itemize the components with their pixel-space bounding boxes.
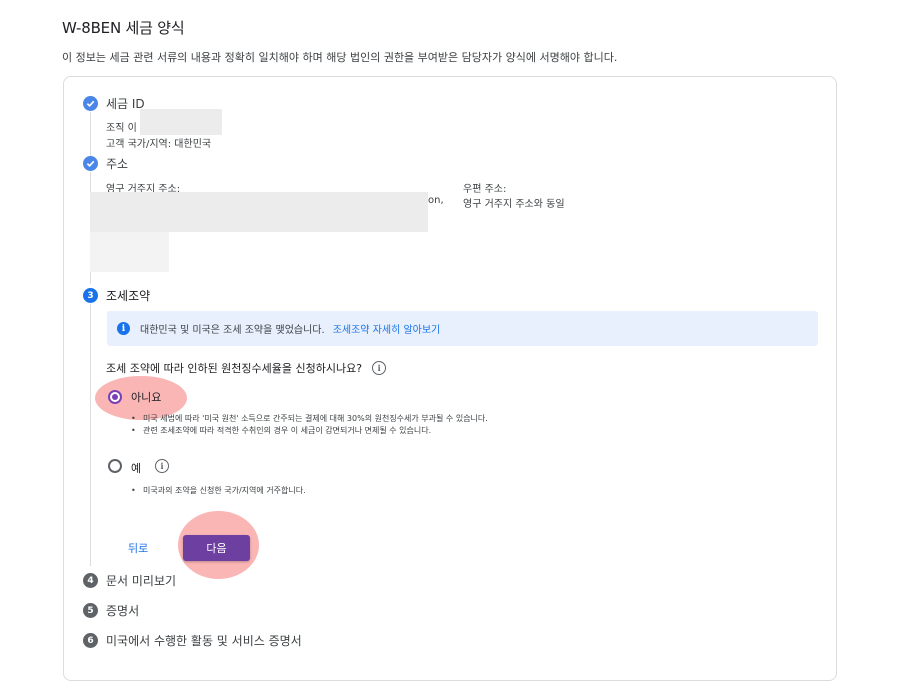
step-3-badge: 3: [83, 288, 98, 303]
step-6-badge: 6: [83, 633, 98, 648]
radio-yes[interactable]: [108, 459, 122, 473]
customer-country: 고객 국가/지역: 대한민국: [106, 139, 212, 150]
stepper-line: [90, 304, 91, 566]
treaty-info-text: 대한민국 및 미국은 조세 조약을 맺었습니다.: [140, 325, 325, 336]
option-no-bullets: 미국 세법에 따라 '미국 원천' 소득으로 간주되는 결제에 대해 30%의 …: [131, 413, 651, 437]
step-4-title: 문서 미리보기: [106, 574, 177, 588]
redacted-org-name: [140, 109, 222, 135]
treaty-info-banner: i 대한민국 및 미국은 조세 조약을 맺었습니다. 조세조약 자세히 알아보기: [107, 311, 818, 346]
list-item: 관련 조세조약에 따라 적격한 수취인의 경우 이 세금이 감면되거나 면제될 …: [131, 425, 651, 437]
treaty-question-text: 조세 조약에 따라 인하된 원천징수세율을 신청하시나요?: [106, 362, 363, 375]
list-item: 미국 세법에 따라 '미국 원천' 소득으로 간주되는 결제에 대해 30%의 …: [131, 413, 651, 425]
step-5-badge: 5: [83, 603, 98, 618]
mailing-address-label: 우편 주소:: [463, 184, 507, 195]
step-2-title[interactable]: 주소: [106, 155, 128, 172]
radio-no-label[interactable]: 아니요: [131, 389, 161, 405]
page-title: W-8BEN 세금 양식: [62, 19, 185, 37]
mailing-address-value: 영구 거주지 주소와 동일: [463, 199, 565, 210]
step-1-check-icon: [83, 96, 98, 111]
help-icon[interactable]: i: [372, 361, 387, 375]
step-5-title: 증명서: [106, 604, 140, 618]
back-button[interactable]: 뒤로: [128, 540, 148, 556]
step-2-check-icon: [83, 156, 98, 171]
option-yes-bullets: 미국과의 조약을 신청한 국가/지역에 거주합니다.: [131, 485, 651, 497]
redacted-address: [90, 192, 428, 232]
step-6-title: 미국에서 수행한 활동 및 서비스 증명서: [106, 634, 302, 648]
org-name-label: 조직 이: [106, 123, 137, 134]
permanent-address-fragment: on,: [428, 195, 444, 206]
redacted-address: [90, 232, 169, 272]
stepper-line: [90, 112, 91, 160]
help-icon[interactable]: i: [155, 459, 169, 473]
treaty-question: 조세 조약에 따라 인하된 원천징수세율을 신청하시나요? i: [106, 360, 387, 376]
list-item: 미국과의 조약을 신청한 국가/지역에 거주합니다.: [131, 485, 651, 497]
step-1-title[interactable]: 세금 ID: [106, 95, 145, 112]
radio-no[interactable]: [108, 390, 122, 404]
page-subtitle: 이 정보는 세금 관련 서류의 내용과 정확히 일치해야 하며 해당 법인의 권…: [62, 51, 618, 64]
step-3-title: 조세조약: [106, 289, 151, 303]
next-button[interactable]: 다음: [183, 535, 250, 561]
treaty-learn-more-link[interactable]: 조세조약 자세히 알아보기: [333, 321, 441, 336]
step-4-badge: 4: [83, 573, 98, 588]
form-card: [63, 76, 837, 681]
info-icon: i: [117, 322, 130, 335]
radio-yes-label[interactable]: 예: [131, 460, 141, 476]
